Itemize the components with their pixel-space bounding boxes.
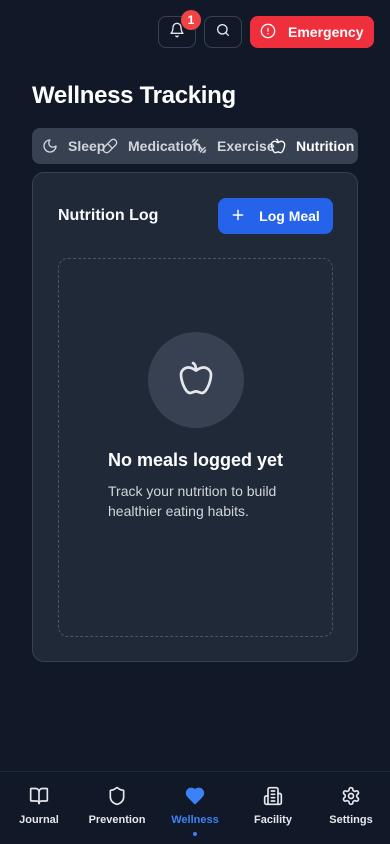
top-bar: 1 Emergency [158,10,374,48]
nav-facility[interactable]: Facility [237,786,309,826]
gear-icon [341,786,361,809]
nav-label: Facility [254,814,292,826]
empty-state-icon-circle [148,332,244,428]
page-title: Wellness Tracking [32,82,236,109]
log-meal-label: Log Meal [259,208,320,224]
tab-nutrition[interactable]: Nutrition [270,128,354,164]
building-icon [263,786,283,809]
search-button[interactable] [204,16,242,48]
tab-exercise[interactable]: Exercise [191,128,275,164]
empty-state-description: Track your nutrition to build healthier … [108,483,277,519]
nav-settings[interactable]: Settings [315,786,387,826]
empty-state-title: No meals logged yet [107,450,284,470]
nav-label: Wellness [171,814,219,826]
heart-icon [185,786,205,809]
nav-label: Prevention [88,814,146,826]
tab-label: Sleep [68,138,106,154]
card-title: Nutrition Log [58,207,159,224]
plus-icon [231,208,245,225]
tab-label: Exercise [217,138,275,154]
dumbbell-icon [191,138,207,154]
alert-circle-icon [260,23,276,42]
empty-state: No meals logged yet Track your nutrition… [58,258,333,637]
app-root: 1 Emergency Wellness Tracking Sleep Medi… [0,0,390,844]
nav-label: Settings [329,814,373,826]
nav-wellness[interactable]: Wellness [159,786,231,836]
notification-count-badge: 1 [181,10,201,30]
emergency-label: Emergency [288,24,364,40]
emergency-button[interactable]: Emergency [250,16,374,48]
search-icon [215,22,231,43]
tab-sleep[interactable]: Sleep [42,128,105,164]
nav-journal[interactable]: Journal [3,786,75,826]
shield-icon [107,786,127,809]
nav-label: Journal [19,814,59,826]
bottom-navigation: Journal Prevention Wellness Facility Set… [0,771,390,844]
nutrition-log-card: Nutrition Log Log Meal No meals logged y… [32,172,358,662]
tab-medication[interactable]: Medication [102,128,201,164]
nav-prevention[interactable]: Prevention [81,786,153,826]
log-meal-button[interactable]: Log Meal [218,198,333,234]
moon-icon [42,138,58,154]
tab-label: Nutrition [296,138,355,154]
wellness-tabs: Sleep Medication Exercise Nutrition [32,128,358,164]
apple-icon [270,138,286,154]
pill-icon [102,138,118,154]
book-icon [29,786,49,809]
active-indicator-dot [193,832,197,836]
apple-icon [178,358,214,403]
notifications-button[interactable]: 1 [158,10,201,48]
